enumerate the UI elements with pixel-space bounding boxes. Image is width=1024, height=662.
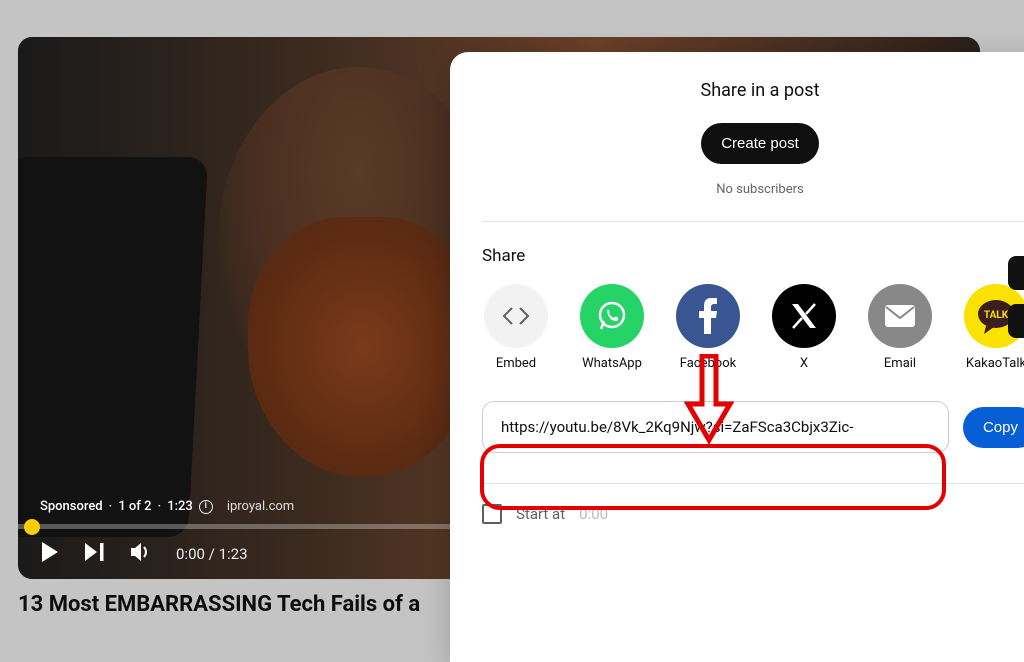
create-post-button[interactable]: Create post bbox=[701, 123, 819, 164]
share-url-row: https://youtu.be/8Vk_2Kq9Njw?si=ZaFSca3C… bbox=[482, 401, 1024, 453]
video-title[interactable]: 13 Most EMBARRASSING Tech Fails of a bbox=[18, 592, 420, 617]
email-label: Email bbox=[884, 356, 916, 371]
copy-button[interactable]: Copy bbox=[963, 407, 1024, 448]
bg-shape-beard bbox=[248, 217, 478, 477]
ad-domain[interactable]: iproyal.com bbox=[227, 499, 294, 514]
volume-icon[interactable] bbox=[130, 542, 152, 566]
share-url-input[interactable]: https://youtu.be/8Vk_2Kq9Njw?si=ZaFSca3C… bbox=[482, 401, 949, 453]
ad-duration: 1:23 bbox=[167, 499, 193, 514]
facebook-label: Facebook bbox=[680, 356, 736, 371]
start-at-row: Start at 0:00 bbox=[450, 484, 1024, 544]
time-display: 0:00 / 1:23 bbox=[176, 545, 248, 563]
share-section: Share Embed WhatsApp Facebook bbox=[450, 222, 1024, 371]
side-indicators bbox=[1008, 256, 1024, 338]
svg-text:TALK: TALK bbox=[984, 310, 1009, 321]
start-at-time[interactable]: 0:00 bbox=[579, 505, 608, 523]
whatsapp-icon[interactable] bbox=[580, 284, 644, 348]
bg-shape-chair bbox=[18, 157, 208, 537]
side-pill[interactable] bbox=[1008, 304, 1024, 338]
share-options-row: Embed WhatsApp Facebook X bbox=[482, 284, 1024, 371]
share-dialog: Share in a post Create post No subscribe… bbox=[450, 52, 1024, 662]
share-option-facebook[interactable]: Facebook bbox=[674, 284, 742, 371]
email-icon[interactable] bbox=[868, 284, 932, 348]
share-option-email[interactable]: Email bbox=[866, 284, 934, 371]
share-heading: Share bbox=[482, 246, 1024, 266]
share-option-whatsapp[interactable]: WhatsApp bbox=[578, 284, 646, 371]
x-label: X bbox=[800, 356, 808, 371]
progress-scrubber[interactable] bbox=[24, 519, 40, 535]
play-icon[interactable] bbox=[40, 541, 60, 567]
side-pill[interactable] bbox=[1008, 256, 1024, 290]
facebook-icon[interactable] bbox=[676, 284, 740, 348]
start-at-label: Start at bbox=[516, 505, 565, 523]
no-subscribers-text: No subscribers bbox=[482, 182, 1024, 197]
next-icon[interactable] bbox=[84, 542, 106, 566]
whatsapp-label: WhatsApp bbox=[582, 356, 642, 371]
info-icon[interactable]: i bbox=[199, 500, 213, 514]
share-post-section: Share in a post Create post No subscribe… bbox=[482, 80, 1024, 222]
share-option-embed[interactable]: Embed bbox=[482, 284, 550, 371]
ad-counter: 1 of 2 bbox=[118, 499, 151, 514]
kakaotalk-label: KakaoTalk bbox=[966, 356, 1024, 371]
start-at-checkbox[interactable] bbox=[482, 504, 502, 524]
sponsored-label: Sponsored bbox=[40, 499, 103, 514]
share-post-title: Share in a post bbox=[482, 80, 1024, 101]
share-option-x[interactable]: X bbox=[770, 284, 838, 371]
embed-icon[interactable] bbox=[484, 284, 548, 348]
x-icon[interactable] bbox=[772, 284, 836, 348]
embed-label: Embed bbox=[496, 356, 536, 371]
